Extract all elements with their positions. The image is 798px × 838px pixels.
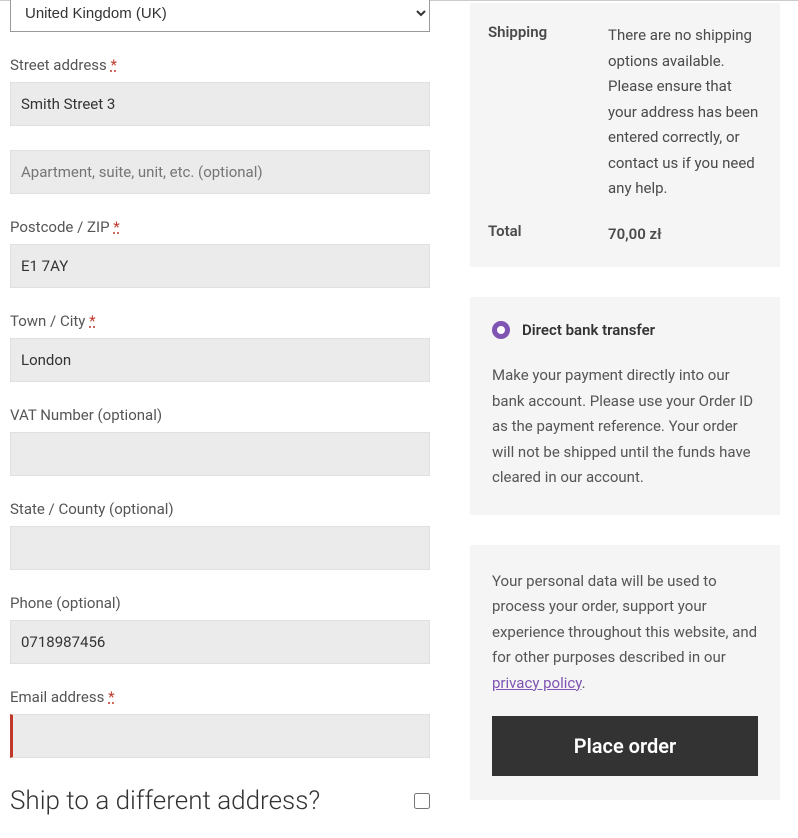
payment-method-row[interactable]: Direct bank transfer [492, 321, 758, 339]
apartment-group [10, 150, 430, 194]
ship-different-checkbox[interactable] [414, 793, 430, 809]
city-group: Town / City * [10, 312, 430, 382]
vat-input[interactable] [10, 432, 430, 476]
email-label: Email address * [10, 688, 430, 706]
city-input[interactable] [10, 338, 430, 382]
shipping-label: Shipping [488, 23, 608, 202]
apartment-input[interactable] [10, 150, 430, 194]
state-group: State / County (optional) [10, 500, 430, 570]
postcode-input[interactable] [10, 244, 430, 288]
street-label: Street address * [10, 56, 430, 74]
billing-form: United Kingdom (UK) Street address * Pos… [0, 3, 430, 816]
privacy-policy-link[interactable]: privacy policy [492, 674, 582, 692]
postcode-label: Postcode / ZIP * [10, 218, 430, 236]
state-label: State / County (optional) [10, 500, 430, 518]
place-order-button[interactable]: Place order [492, 716, 758, 776]
total-row: Total 70,00 zł [470, 212, 780, 258]
shipping-row: Shipping There are no shipping options a… [470, 13, 780, 212]
radio-selected-icon [492, 321, 510, 339]
privacy-box: Your personal data will be used to proce… [470, 545, 780, 801]
payment-box: Direct bank transfer Make your payment d… [470, 297, 780, 515]
payment-method-label: Direct bank transfer [522, 321, 655, 339]
required-mark: * [108, 688, 114, 706]
phone-group: Phone (optional) [10, 594, 430, 664]
payment-description: Make your payment directly into our bank… [492, 363, 758, 491]
city-label: Town / City * [10, 312, 430, 330]
vat-label: VAT Number (optional) [10, 406, 430, 424]
street-group: Street address * [10, 56, 430, 126]
order-summary: Shipping There are no shipping options a… [470, 3, 790, 816]
phone-input[interactable] [10, 620, 430, 664]
total-value: 70,00 zł [608, 222, 762, 248]
required-mark: * [89, 312, 95, 330]
vat-group: VAT Number (optional) [10, 406, 430, 476]
ship-different-label: Ship to a different address? [10, 786, 320, 816]
required-mark: * [113, 218, 119, 236]
order-table: Shipping There are no shipping options a… [470, 3, 780, 267]
privacy-text: Your personal data will be used to proce… [492, 569, 758, 697]
country-group: United Kingdom (UK) [10, 3, 430, 32]
email-group: Email address * [10, 688, 430, 758]
country-select[interactable]: United Kingdom (UK) [10, 0, 430, 32]
street-input[interactable] [10, 82, 430, 126]
state-input[interactable] [10, 526, 430, 570]
ship-different-row: Ship to a different address? [10, 786, 430, 816]
total-label: Total [488, 222, 608, 248]
phone-label: Phone (optional) [10, 594, 430, 612]
required-mark: * [111, 56, 117, 74]
email-input[interactable] [10, 714, 430, 758]
shipping-text: There are no shipping options available.… [608, 23, 762, 202]
postcode-group: Postcode / ZIP * [10, 218, 430, 288]
